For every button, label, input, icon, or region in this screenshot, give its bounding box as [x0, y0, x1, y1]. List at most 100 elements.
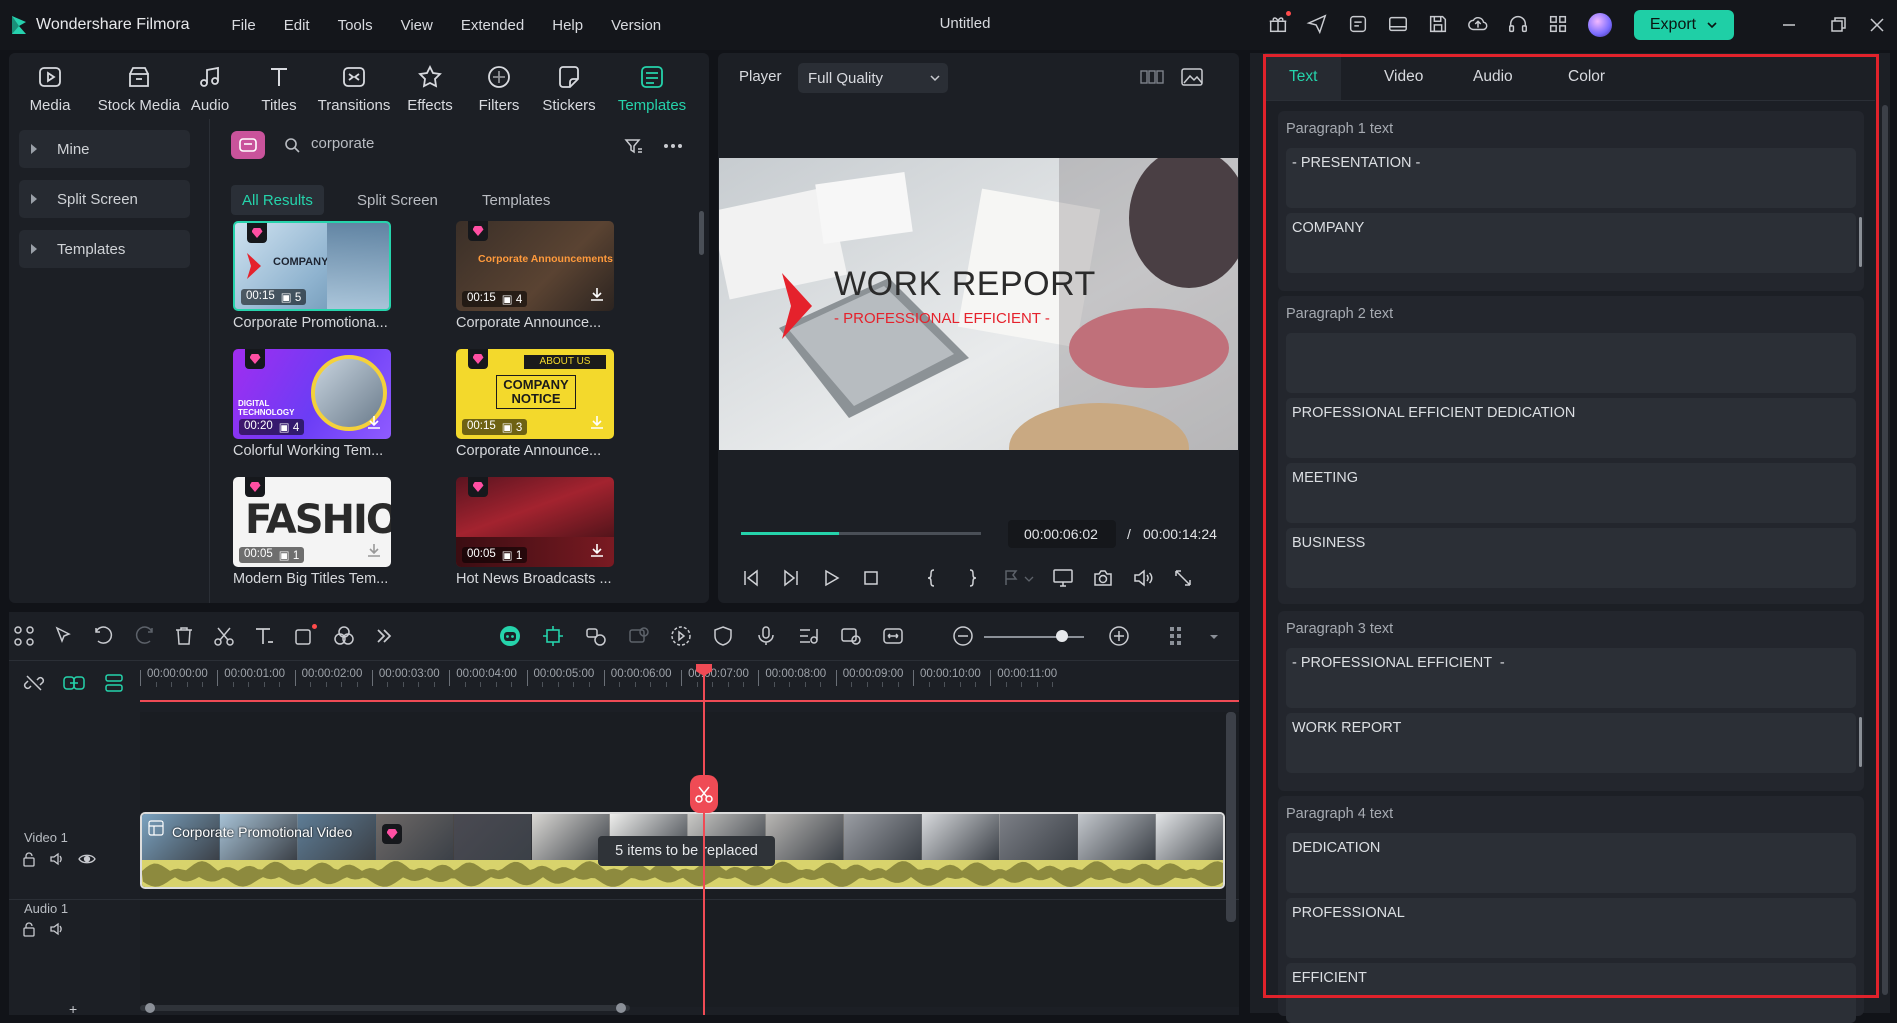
export-button[interactable]: Export [1634, 10, 1734, 40]
playback-progress-fill [741, 532, 840, 535]
tasks-icon[interactable] [1347, 13, 1371, 37]
scrollbar-thumb[interactable] [699, 211, 704, 255]
menu-edit[interactable]: Edit [270, 17, 324, 34]
premium-gem-icon [468, 349, 488, 369]
template-duration: 00:15 ▣ 4 [462, 291, 528, 307]
quality-value: Full Quality [808, 69, 884, 87]
menu-extended[interactable]: Extended [447, 17, 538, 34]
restore-icon[interactable] [1827, 14, 1849, 36]
filter-tab-all-results[interactable]: All Results [231, 185, 324, 215]
filter-tab-templates[interactable]: Templates [471, 185, 561, 215]
menu-file[interactable]: File [218, 17, 270, 34]
panel-scrollbar[interactable] [1882, 105, 1888, 995]
eye-icon[interactable] [78, 851, 96, 867]
tab-stock-media[interactable]: Stock Media [94, 61, 184, 114]
menu-view[interactable]: View [387, 17, 447, 34]
tab-effects[interactable]: Effects [395, 61, 465, 114]
close-icon[interactable] [1866, 14, 1888, 36]
premium-gem-icon [247, 223, 267, 243]
menu-help[interactable]: Help [538, 17, 597, 34]
play-icon[interactable] [820, 567, 842, 589]
highlight-outline [1263, 54, 1879, 998]
display-settings-icon[interactable] [1052, 567, 1074, 589]
tab-media[interactable]: Media [15, 61, 85, 114]
next-frame-icon[interactable] [780, 567, 802, 589]
template-card[interactable]: DIGITAL TECHNOLOGY 00:20 ▣ 4 [233, 349, 391, 439]
template-card[interactable]: Corporate Announcements 00:15 ▣ 4 [456, 221, 614, 311]
grid-view-icon[interactable] [1139, 65, 1165, 89]
timeline-ruler[interactable]: 00:00:00:00 00:00:01:00 00:00:02:00 00:00:0… [9, 612, 1239, 702]
camera-snapshot-icon[interactable] [1092, 567, 1114, 589]
effects-icon [395, 61, 465, 93]
tab-titles[interactable]: Titles [244, 61, 314, 114]
menu-tools[interactable]: Tools [324, 17, 387, 34]
stop-icon[interactable] [860, 567, 882, 589]
save-icon[interactable] [1427, 13, 1451, 37]
video-preview[interactable]: WORK REPORT - PROFESSIONAL EFFICIENT - [719, 158, 1238, 450]
mark-in-icon[interactable] [921, 567, 943, 589]
previous-frame-icon[interactable] [740, 567, 762, 589]
tab-stickers[interactable]: Stickers [534, 61, 604, 114]
minimize-icon[interactable] [1778, 14, 1800, 36]
download-icon[interactable] [588, 413, 606, 431]
ruler-tick-label: 00:00:03:00 [378, 668, 440, 680]
volume-icon[interactable] [1132, 567, 1154, 589]
download-icon[interactable] [365, 541, 383, 559]
download-icon[interactable] [365, 413, 383, 431]
template-card[interactable]: 00:05 ▣ 1 [456, 477, 614, 567]
playhead-line[interactable] [703, 665, 705, 1015]
speaker-icon[interactable] [49, 921, 65, 937]
user-avatar[interactable] [1588, 13, 1612, 37]
mark-out-icon[interactable] [961, 567, 983, 589]
snapshot-view-icon[interactable] [1180, 65, 1204, 89]
layout-icon[interactable] [1387, 13, 1411, 37]
clip-count-text: ▣ 3 [501, 422, 523, 434]
filter-tab-split-screen[interactable]: Split Screen [346, 185, 449, 215]
gift-icon[interactable] [1267, 11, 1291, 37]
template-thumb-text: COMPANY NOTICE [496, 375, 576, 409]
category-templates[interactable]: Templates [19, 230, 190, 268]
template-card[interactable]: COMPANY 00:15 ▣ 5 [233, 221, 391, 311]
tab-filters[interactable]: Filters [464, 61, 534, 114]
template-card[interactable]: ABOUT US COMPANY NOTICE 00:15 ▣ 3 [456, 349, 614, 439]
vertical-scrollbar[interactable] [1226, 712, 1236, 922]
send-icon[interactable] [1306, 13, 1330, 37]
ruler-minor-tick [866, 682, 868, 687]
ruler-progress-line [140, 700, 1239, 702]
scroll-handle-right[interactable] [616, 1003, 626, 1013]
clip-count-text: ▣ 4 [278, 422, 300, 434]
quality-select[interactable]: Full Quality [798, 63, 948, 93]
headset-icon[interactable] [1507, 13, 1531, 37]
category-mine[interactable]: Mine [19, 130, 190, 168]
tab-transitions[interactable]: Transitions [309, 61, 399, 114]
tab-templates[interactable]: Templates [607, 61, 697, 114]
more-options-icon[interactable] [662, 136, 684, 156]
fullscreen-icon[interactable] [1172, 567, 1194, 589]
playback-progress-track[interactable] [741, 532, 981, 535]
store-button[interactable] [231, 131, 265, 159]
speaker-icon[interactable] [49, 851, 65, 867]
menu-version[interactable]: Version [597, 17, 675, 34]
scroll-handle-left[interactable] [145, 1003, 155, 1013]
ruler-minor-tick [171, 682, 172, 687]
split-button[interactable] [690, 775, 718, 813]
template-duration: 00:15 ▣ 3 [462, 419, 528, 435]
tab-audio[interactable]: Audio [175, 61, 245, 114]
apps-grid-icon[interactable] [1547, 13, 1571, 37]
horizontal-scrollbar[interactable] [140, 1005, 630, 1011]
search-input[interactable]: corporate [311, 135, 601, 157]
ruler-minor-tick [1005, 682, 1007, 687]
ruler-minor-tick [773, 682, 775, 687]
download-icon[interactable] [588, 541, 606, 559]
lock-icon[interactable] [21, 921, 37, 937]
lock-icon[interactable] [21, 851, 37, 867]
cloud-upload-icon[interactable] [1467, 13, 1491, 37]
ruler-minor-tick [464, 682, 466, 687]
category-split-screen[interactable]: Split Screen [19, 180, 190, 218]
ruler-minor-tick [1021, 682, 1023, 687]
time-separator: / [1127, 526, 1131, 542]
filter-icon[interactable] [623, 136, 643, 156]
download-icon[interactable] [588, 285, 606, 303]
total-time: 00:00:14:24 [1143, 526, 1217, 542]
template-card[interactable]: FASHION 00:05 ▣ 1 [233, 477, 391, 567]
